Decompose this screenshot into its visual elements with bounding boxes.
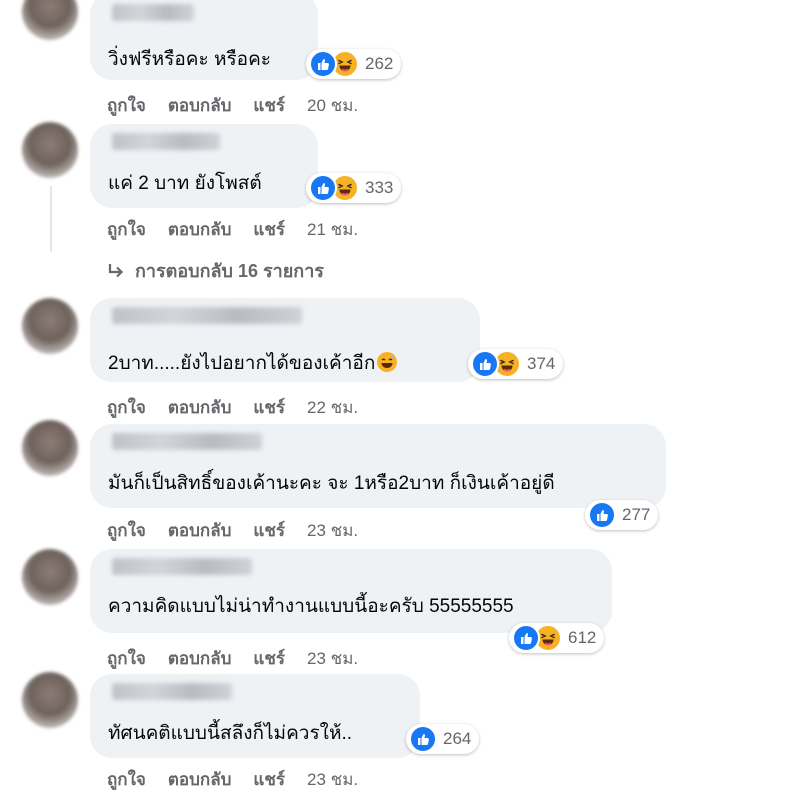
avatar[interactable] (22, 0, 78, 40)
reaction-count: 262 (365, 54, 394, 73)
commenter-name-redacted[interactable] (112, 433, 262, 450)
reaction-summary[interactable]: 262 (306, 49, 402, 79)
timestamp[interactable]: 21 ชม. (307, 216, 358, 243)
commenter-name-redacted[interactable] (112, 558, 252, 575)
comment-text: ความคิดแบบไม่น่าทำงานแบบนี้อะครับ 555555… (108, 596, 514, 617)
share-button[interactable]: แชร์ (253, 394, 285, 421)
comment-text: 2บาท.....ยังไปอยากได้ของเค้าอีก (108, 352, 398, 376)
thread-line (50, 186, 52, 252)
reply-button[interactable]: ตอบกลับ (168, 517, 232, 544)
share-button[interactable]: แชร์ (253, 517, 285, 544)
reply-arrow-icon (108, 263, 124, 277)
reaction-summary[interactable]: 264 (406, 724, 480, 754)
commenter-name-redacted[interactable] (112, 133, 220, 150)
comment-text-content: 2บาท.....ยังไปอยากได้ของเค้าอีก (108, 353, 376, 374)
reply-button[interactable]: ตอบกลับ (168, 394, 232, 421)
reply-button[interactable]: ตอบกลับ (168, 645, 232, 672)
share-button[interactable]: แชร์ (253, 766, 285, 793)
share-button[interactable]: แชร์ (253, 645, 285, 672)
comment-text: วิ่งฟรีหรือคะ หรือคะ (108, 49, 271, 70)
timestamp[interactable]: 23 ชม. (307, 517, 358, 544)
reply-button[interactable]: ตอบกลับ (168, 92, 232, 119)
like-reaction-icon (512, 624, 540, 652)
comment-text: แค่ 2 บาท ยังโพสต์ (108, 173, 262, 194)
view-replies-link[interactable]: การตอบกลับ 16 รายการ (107, 256, 324, 285)
avatar[interactable] (22, 298, 78, 354)
like-reaction-icon (471, 350, 499, 378)
like-reaction-icon (309, 50, 337, 78)
reply-button[interactable]: ตอบกลับ (168, 766, 232, 793)
reaction-summary[interactable]: 612 (509, 623, 605, 653)
reaction-count: 612 (568, 628, 597, 647)
like-reaction-icon (309, 174, 337, 202)
reaction-count: 374 (527, 354, 556, 373)
reaction-summary[interactable]: 374 (468, 349, 564, 379)
like-button[interactable]: ถูกใจ (107, 766, 146, 793)
comment-bubble: ความคิดแบบไม่น่าทำงานแบบนี้อะครับ 555555… (90, 549, 612, 633)
avatar[interactable] (22, 122, 78, 178)
like-button[interactable]: ถูกใจ (107, 394, 146, 421)
commenter-name-redacted[interactable] (112, 683, 232, 700)
comment-text: มันก็เป็นสิทธิ์ของเค้านะคะ จะ 1หรือ2บาท … (108, 473, 555, 494)
share-button[interactable]: แชร์ (253, 216, 285, 243)
like-button[interactable]: ถูกใจ (107, 92, 146, 119)
avatar[interactable] (22, 420, 78, 476)
comment-bubble: มันก็เป็นสิทธิ์ของเค้านะคะ จะ 1หรือ2บาท … (90, 424, 666, 508)
reaction-count: 333 (365, 178, 394, 197)
like-button[interactable]: ถูกใจ (107, 216, 146, 243)
comment-bubble: 2บาท.....ยังไปอยากได้ของเค้าอีก (90, 298, 480, 382)
like-button[interactable]: ถูกใจ (107, 645, 146, 672)
comment-actions: ถูกใจ ตอบกลับ แชร์ 22 ชม. (107, 394, 380, 421)
comment-actions: ถูกใจ ตอบกลับ แชร์ 23 ชม. (107, 766, 380, 793)
reaction-summary[interactable]: 333 (306, 173, 402, 203)
like-button[interactable]: ถูกใจ (107, 517, 146, 544)
reaction-count: 264 (443, 729, 472, 748)
comment-actions: ถูกใจ ตอบกลับ แชร์ 20 ชม. (107, 92, 380, 119)
reaction-summary[interactable]: 277 (585, 500, 659, 530)
avatar[interactable] (22, 549, 78, 605)
grin-sweat-emoji-icon (377, 352, 398, 372)
comment-text: ทัศนคติแบบนี้สลึงก็ไม่ควรให้.. (108, 723, 353, 744)
reply-button[interactable]: ตอบกลับ (168, 216, 232, 243)
like-reaction-icon (588, 501, 616, 529)
comment-bubble: ทัศนคติแบบนี้สลึงก็ไม่ควรให้.. (90, 674, 420, 758)
timestamp[interactable]: 23 ชม. (307, 766, 358, 793)
commenter-name-redacted[interactable] (112, 4, 194, 21)
commenter-name-redacted[interactable] (112, 307, 302, 324)
reaction-count: 277 (622, 505, 651, 524)
share-button[interactable]: แชร์ (253, 92, 285, 119)
avatar[interactable] (22, 672, 78, 728)
comment-bubble: วิ่งฟรีหรือคะ หรือคะ (90, 0, 318, 80)
timestamp[interactable]: 23 ชม. (307, 645, 358, 672)
timestamp[interactable]: 22 ชม. (307, 394, 358, 421)
comment-actions: ถูกใจ ตอบกลับ แชร์ 23 ชม. (107, 645, 380, 672)
timestamp[interactable]: 20 ชม. (307, 92, 358, 119)
like-reaction-icon (409, 725, 437, 753)
comment-bubble: แค่ 2 บาท ยังโพสต์ (90, 124, 318, 208)
comment-actions: ถูกใจ ตอบกลับ แชร์ 23 ชม. (107, 517, 380, 544)
replies-count-label: การตอบกลับ 16 รายการ (135, 261, 324, 281)
comment-actions: ถูกใจ ตอบกลับ แชร์ 21 ชม. (107, 216, 380, 243)
